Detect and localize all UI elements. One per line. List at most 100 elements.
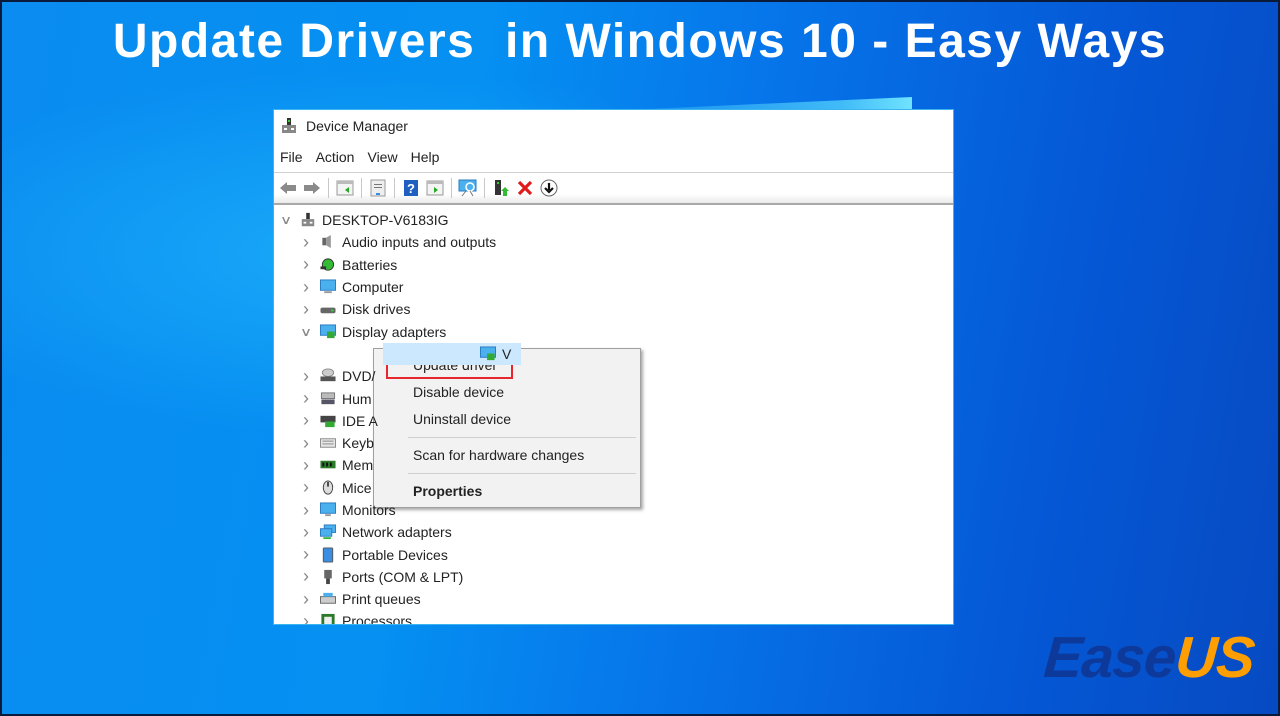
tree-item[interactable]: ∨ Display adapters bbox=[274, 320, 953, 342]
display-adapter-icon bbox=[320, 324, 336, 338]
menu-separator bbox=[408, 473, 636, 474]
tree-item-label: V bbox=[502, 345, 512, 362]
menu-item-uninstall-device[interactable]: Uninstall device bbox=[413, 408, 511, 430]
menu-item-scan-hardware[interactable]: Scan for hardware changes bbox=[413, 444, 584, 466]
tree-item-label: Mem bbox=[342, 457, 374, 474]
chevron-right-icon[interactable]: › bbox=[299, 254, 313, 275]
uninstall-icon[interactable] bbox=[515, 178, 535, 198]
tree-item-label: Print queues bbox=[342, 591, 421, 608]
keyboard-icon bbox=[320, 438, 336, 448]
tree-item-label: Batteries bbox=[342, 256, 398, 273]
window-title: Device Manager bbox=[306, 118, 408, 134]
tree-item-label: IDE A bbox=[342, 412, 378, 429]
back-icon[interactable] bbox=[278, 178, 298, 198]
tree-item[interactable]: › Disk drives bbox=[274, 298, 953, 320]
chevron-right-icon[interactable]: › bbox=[299, 455, 313, 476]
menu-item-disable-device[interactable]: Disable device bbox=[413, 381, 504, 403]
ports-icon bbox=[324, 569, 332, 584]
memory-icon bbox=[320, 461, 336, 469]
scan-hardware-icon[interactable] bbox=[458, 178, 478, 198]
svg-text:?: ? bbox=[407, 181, 415, 196]
tree-item[interactable]: › Network adapters bbox=[274, 521, 953, 543]
tree-item-label: Disk drives bbox=[342, 301, 411, 318]
disable-icon[interactable] bbox=[539, 178, 559, 198]
device-manager-icon bbox=[282, 118, 296, 133]
monitor-icon bbox=[320, 502, 336, 517]
tree-item[interactable]: › Computer bbox=[274, 276, 953, 298]
show-action-pane-icon[interactable] bbox=[425, 178, 445, 198]
help-icon[interactable]: ? bbox=[401, 178, 421, 198]
chevron-right-icon[interactable]: › bbox=[299, 611, 313, 624]
chevron-right-icon[interactable]: › bbox=[299, 366, 313, 387]
portable-device-icon bbox=[322, 547, 334, 563]
headline: Update Drivers in Windows 10 - Easy Ways bbox=[112, 15, 1168, 68]
chevron-right-icon[interactable]: › bbox=[299, 544, 313, 565]
tree-item[interactable]: › Ports (COM & LPT) bbox=[274, 566, 953, 588]
chevron-right-icon[interactable]: › bbox=[299, 299, 313, 320]
computer-root-icon bbox=[301, 213, 315, 227]
network-adapter-icon bbox=[319, 524, 336, 540]
toolbar-separator bbox=[328, 178, 329, 198]
toolbar-separator bbox=[394, 178, 395, 198]
chevron-right-icon[interactable]: › bbox=[299, 232, 313, 253]
tree-item[interactable]: › Batteries bbox=[274, 254, 953, 276]
tree-root-label: DESKTOP-V6183IG bbox=[322, 212, 449, 229]
menu-separator bbox=[408, 437, 636, 438]
toolbar-separator bbox=[361, 178, 362, 198]
chevron-right-icon[interactable]: › bbox=[299, 522, 313, 543]
printer-icon bbox=[320, 593, 336, 604]
tree-item-label: Keyb bbox=[342, 435, 374, 452]
computer-icon bbox=[320, 279, 336, 294]
chevron-right-icon[interactable]: › bbox=[299, 277, 313, 298]
tree-item-label: Monitors bbox=[342, 502, 396, 518]
tree-item-label: Portable Devices bbox=[342, 546, 448, 563]
menu-bar: File Action View Help bbox=[274, 142, 953, 173]
menu-action[interactable]: Action bbox=[316, 149, 355, 165]
display-device-icon bbox=[480, 346, 496, 361]
easeus-logo: EaseUS bbox=[1041, 625, 1257, 690]
chevron-right-icon[interactable]: › bbox=[299, 410, 313, 431]
menu-view[interactable]: View bbox=[367, 149, 397, 165]
tree-item[interactable]: › Print queues bbox=[274, 588, 953, 610]
tree-item-label: Network adapters bbox=[342, 524, 452, 541]
menu-help[interactable]: Help bbox=[411, 149, 440, 165]
menu-item-properties[interactable]: Properties bbox=[413, 480, 482, 502]
show-hide-console-tree-icon[interactable] bbox=[335, 178, 355, 198]
chevron-right-icon[interactable]: › bbox=[299, 589, 313, 610]
tree-item-label: Mice bbox=[342, 479, 372, 496]
toolbar: ? bbox=[274, 173, 953, 205]
chevron-down-icon[interactable]: ∨ bbox=[276, 213, 296, 227]
mouse-icon bbox=[322, 480, 334, 495]
processor-icon bbox=[321, 614, 335, 624]
update-driver-icon[interactable] bbox=[491, 178, 511, 198]
chevron-right-icon[interactable]: › bbox=[299, 566, 313, 587]
chevron-right-icon[interactable]: › bbox=[299, 500, 313, 521]
title-bar: Device Manager bbox=[274, 110, 953, 142]
tree-item-label: Processors bbox=[342, 613, 413, 625]
tree-item-label: Computer bbox=[342, 279, 404, 296]
tree-item-label: DVD/ bbox=[342, 368, 376, 385]
tree-item-label: Display adapters bbox=[342, 323, 447, 340]
tree-item[interactable]: › Processors bbox=[274, 610, 953, 625]
tree-item[interactable]: › Audio inputs and outputs bbox=[274, 231, 953, 253]
chevron-down-icon[interactable]: ∨ bbox=[296, 325, 316, 339]
dvd-icon bbox=[320, 368, 336, 382]
context-menu: Update driver Disable device Uninstall d… bbox=[373, 348, 641, 508]
ide-icon bbox=[320, 415, 336, 427]
tree-root[interactable]: ∨ DESKTOP-V6183IG bbox=[274, 209, 953, 231]
selection-highlight bbox=[383, 342, 521, 366]
tree-item-label: Audio inputs and outputs bbox=[342, 234, 497, 251]
hid-icon bbox=[320, 391, 336, 404]
disk-drive-icon bbox=[320, 307, 336, 314]
properties-icon[interactable] bbox=[368, 178, 388, 198]
battery-icon bbox=[320, 258, 335, 271]
toolbar-separator bbox=[484, 178, 485, 198]
toolbar-separator bbox=[451, 178, 452, 198]
chevron-right-icon[interactable]: › bbox=[299, 477, 313, 498]
chevron-right-icon[interactable]: › bbox=[299, 433, 313, 454]
tree-item-label: Ports (COM & LPT) bbox=[342, 568, 464, 585]
tree-item[interactable]: › Portable Devices bbox=[274, 543, 953, 565]
chevron-right-icon[interactable]: › bbox=[299, 388, 313, 409]
forward-icon[interactable] bbox=[302, 178, 322, 198]
menu-file[interactable]: File bbox=[280, 149, 303, 165]
